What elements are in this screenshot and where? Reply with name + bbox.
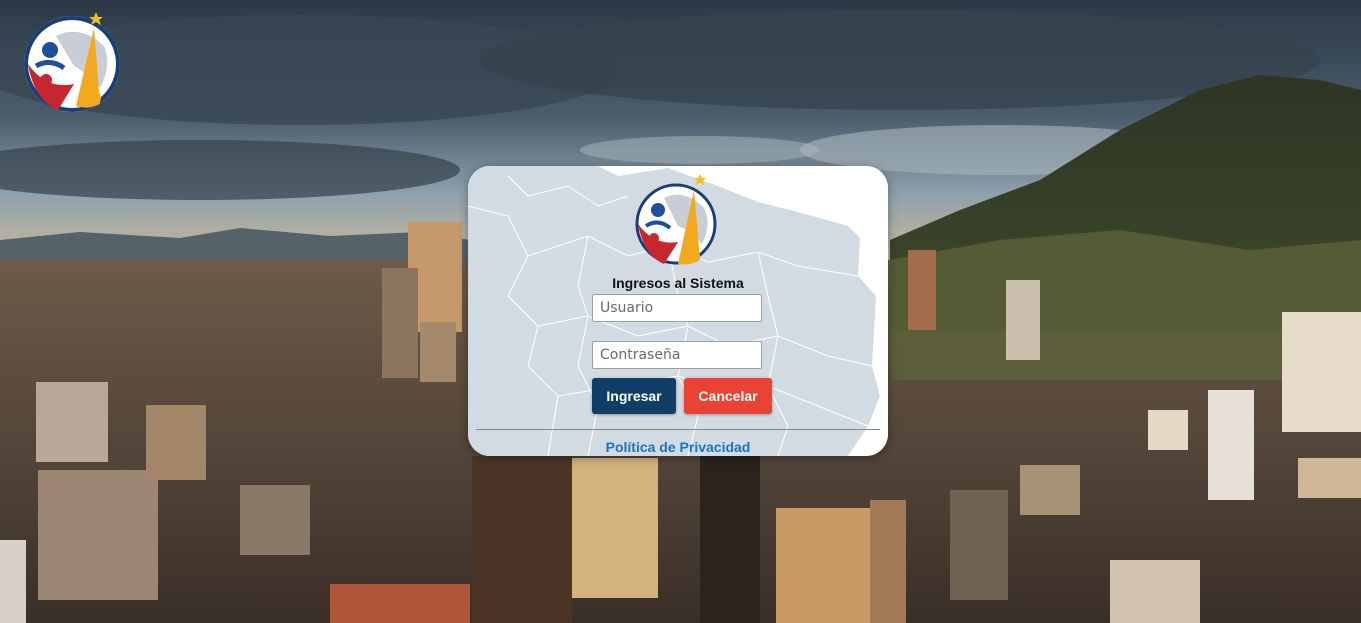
login-card: Ingresos al Sistema Ingresar Cancelar Po… bbox=[468, 166, 888, 456]
login-button[interactable]: Ingresar bbox=[592, 378, 676, 414]
emblem-logo-icon bbox=[635, 174, 717, 265]
cancel-button[interactable]: Cancelar bbox=[684, 378, 772, 414]
privacy-policy-link[interactable]: Política de Privacidad bbox=[468, 439, 888, 455]
login-title: Ingresos al Sistema bbox=[612, 275, 744, 291]
password-input[interactable] bbox=[592, 341, 762, 369]
emblem-logo-icon bbox=[24, 12, 120, 112]
divider bbox=[476, 429, 880, 430]
username-input[interactable] bbox=[592, 294, 762, 322]
login-page: Ingresos al Sistema Ingresar Cancelar Po… bbox=[0, 0, 1361, 623]
